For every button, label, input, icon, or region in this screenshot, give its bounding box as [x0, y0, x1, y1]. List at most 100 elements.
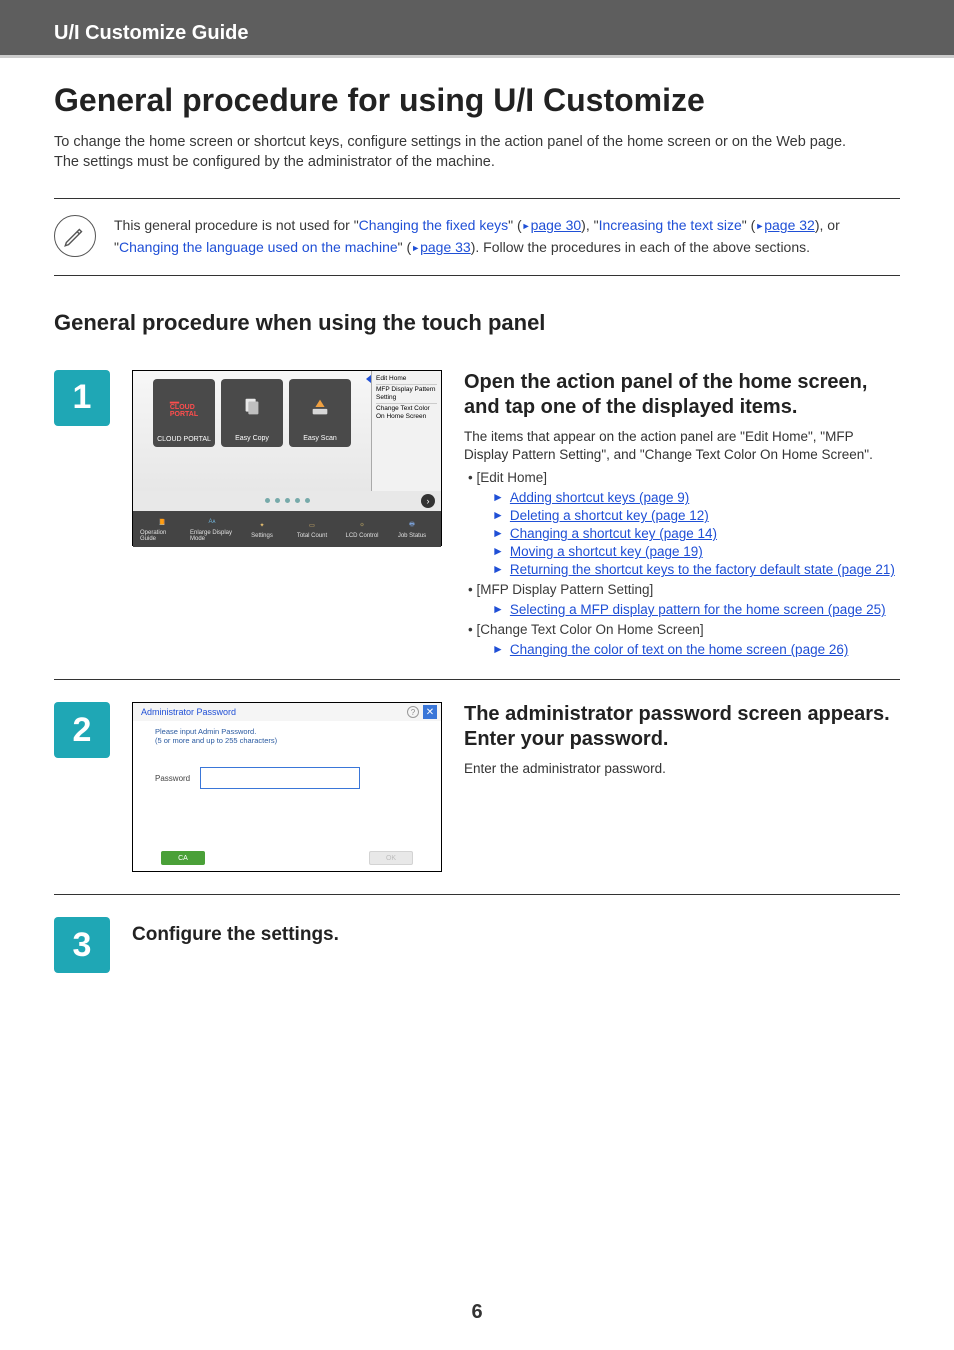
bottom-total-count[interactable]: ▭Total Count: [290, 518, 334, 539]
step-1-text: Open the action panel of the home screen…: [464, 370, 900, 658]
header-bar: U/I Customize Guide: [0, 0, 954, 58]
bottom-bar: 📙Operation Guide AᴀEnlarge Display Mode …: [133, 511, 441, 547]
tile-label: Easy Scan: [303, 435, 336, 443]
action-item-display-pattern[interactable]: MFP Display Pattern Setting: [376, 385, 437, 404]
intro-text: To change the home screen or shortcut ke…: [54, 133, 900, 172]
triangle-icon: ►: [522, 221, 531, 231]
ok-button[interactable]: OK: [369, 851, 413, 865]
pager: ›: [133, 491, 441, 511]
note-t7: ). Follow the procedures in each of the …: [471, 239, 810, 255]
link-display-pattern[interactable]: Selecting a MFP display pattern for the …: [510, 602, 886, 617]
ca-button[interactable]: CA: [161, 851, 205, 865]
close-icon[interactable]: ✕: [423, 705, 437, 719]
link-moving-shortcut[interactable]: Moving a shortcut key (page 19): [510, 544, 703, 559]
triangle-icon: ►: [492, 602, 504, 617]
link-changing-shortcut[interactable]: Changing a shortcut key (page 14): [510, 526, 717, 541]
step-1-heading: Open the action panel of the home screen…: [464, 370, 900, 420]
book-icon: 📙: [153, 515, 171, 529]
bottom-label: Job Status: [398, 533, 426, 539]
brightness-icon: ☼: [353, 518, 371, 532]
step-number-1: 1: [54, 370, 110, 426]
step-number-3: 3: [54, 917, 110, 973]
note-link-page32[interactable]: page 32: [764, 217, 815, 233]
tile-easy-copy[interactable]: Easy Copy: [221, 379, 283, 447]
settings-icon: ✦: [253, 518, 271, 532]
pager-dot: [265, 498, 270, 503]
triangle-icon: ►: [411, 243, 420, 253]
pencil-circle-icon: [54, 215, 96, 257]
copy-icon: [241, 379, 263, 435]
page-number: 6: [0, 1301, 954, 1324]
triangle-icon: ►: [755, 221, 764, 231]
action-item-text-color[interactable]: Change Text Color On Home Screen: [376, 404, 437, 421]
note-text: This general procedure is not used for "…: [114, 215, 900, 258]
note-link-language[interactable]: Changing the language used on the machin…: [119, 239, 398, 255]
note-t1: This general procedure is not used for ": [114, 217, 359, 233]
tile-label: CLOUD PORTAL: [157, 436, 211, 443]
link-text-color[interactable]: Changing the color of text on the home s…: [510, 642, 848, 657]
note-link-text-size[interactable]: Increasing the text size: [599, 217, 742, 233]
pw-note-line1: Please input Admin Password.: [155, 727, 441, 736]
note-link-page30[interactable]: page 30: [531, 217, 582, 233]
pw-note-line2: (5 or more and up to 255 characters): [155, 736, 441, 745]
pager-dot: [285, 498, 290, 503]
help-icon[interactable]: ?: [407, 706, 419, 718]
bottom-label: Total Count: [297, 533, 327, 539]
triangle-icon: ►: [492, 490, 504, 505]
step-2-heading: The administrator password screen appear…: [464, 702, 900, 752]
pw-instruction: Please input Admin Password. (5 or more …: [133, 721, 441, 745]
bottom-label: Operation Guide: [140, 530, 184, 542]
printer-icon: 🖶: [403, 518, 421, 532]
triangle-icon: ►: [492, 526, 504, 541]
breadcrumb: U/I Customize Guide: [54, 22, 248, 45]
action-item-edit-home[interactable]: Edit Home: [376, 375, 437, 385]
step-3-text: Configure the settings.: [132, 917, 900, 955]
bottom-job-status[interactable]: 🖶Job Status: [390, 518, 434, 539]
step-2-text: The administrator password screen appear…: [464, 702, 900, 779]
step-1-bullets: • [Edit Home] ► Adding shortcut keys (pag…: [464, 469, 900, 657]
pager-dot: [305, 498, 310, 503]
bullet-text-color: • [Change Text Color On Home Screen]: [468, 622, 704, 637]
triangle-icon: ►: [492, 642, 504, 657]
bottom-enlarge[interactable]: AᴀEnlarge Display Mode: [190, 515, 234, 542]
bottom-label: Settings: [251, 533, 273, 539]
link-factory-default[interactable]: Returning the shortcut keys to the facto…: [510, 562, 895, 577]
section-title: General procedure when using the touch p…: [54, 310, 900, 336]
page-content: General procedure for using U/I Customiz…: [0, 58, 954, 973]
intro-p1: To change the home screen or shortcut ke…: [54, 133, 900, 153]
step-2: 2 Administrator Password ? ✕ Please inpu…: [54, 679, 900, 872]
note-box: This general procedure is not used for "…: [54, 198, 900, 275]
bullet-edit-home: • [Edit Home]: [468, 470, 547, 485]
scan-icon: [309, 379, 331, 435]
step-1: 1 ▂▂CLOUDPORTAL CLOUD PORTAL Easy Copy: [54, 358, 900, 658]
note-t2: " (: [508, 217, 522, 233]
bottom-label: LCD Control: [345, 533, 378, 539]
bottom-settings[interactable]: ✦Settings: [240, 518, 284, 539]
step-3-heading: Configure the settings.: [132, 923, 900, 947]
note-link-fixed-keys[interactable]: Changing the fixed keys: [359, 217, 508, 233]
pager-dot: [295, 498, 300, 503]
link-deleting-shortcut[interactable]: Deleting a shortcut key (page 12): [510, 508, 709, 523]
step-2-image: Administrator Password ? ✕ Please input …: [132, 702, 442, 872]
note-t4: " (: [742, 217, 756, 233]
note-t6: " (: [398, 239, 412, 255]
bottom-label: Enlarge Display Mode: [190, 530, 234, 542]
tile-cloud-portal[interactable]: ▂▂CLOUDPORTAL CLOUD PORTAL: [153, 379, 215, 447]
mfp-home-screen-mock: ▂▂CLOUDPORTAL CLOUD PORTAL Easy Copy Eas…: [132, 370, 442, 546]
triangle-icon: ►: [492, 544, 504, 559]
tile-label: Easy Copy: [235, 435, 269, 443]
action-panel-list[interactable]: Edit Home MFP Display Pattern Setting Ch…: [371, 371, 441, 491]
step-1-image: ▂▂CLOUDPORTAL CLOUD PORTAL Easy Copy Eas…: [132, 370, 442, 546]
bottom-lcd[interactable]: ☼LCD Control: [340, 518, 384, 539]
triangle-icon: ►: [492, 562, 504, 577]
note-t3: ), ": [581, 217, 598, 233]
step-3: 3 Configure the settings.: [54, 894, 900, 973]
link-adding-shortcut[interactable]: Adding shortcut keys (page 9): [510, 490, 689, 505]
bottom-operation-guide[interactable]: 📙Operation Guide: [140, 515, 184, 542]
triangle-icon: ►: [492, 508, 504, 523]
pw-title: Administrator Password: [137, 707, 236, 717]
pager-next-icon[interactable]: ›: [421, 494, 435, 508]
tile-easy-scan[interactable]: Easy Scan: [289, 379, 351, 447]
note-link-page33[interactable]: page 33: [420, 239, 471, 255]
password-input[interactable]: [200, 767, 360, 789]
